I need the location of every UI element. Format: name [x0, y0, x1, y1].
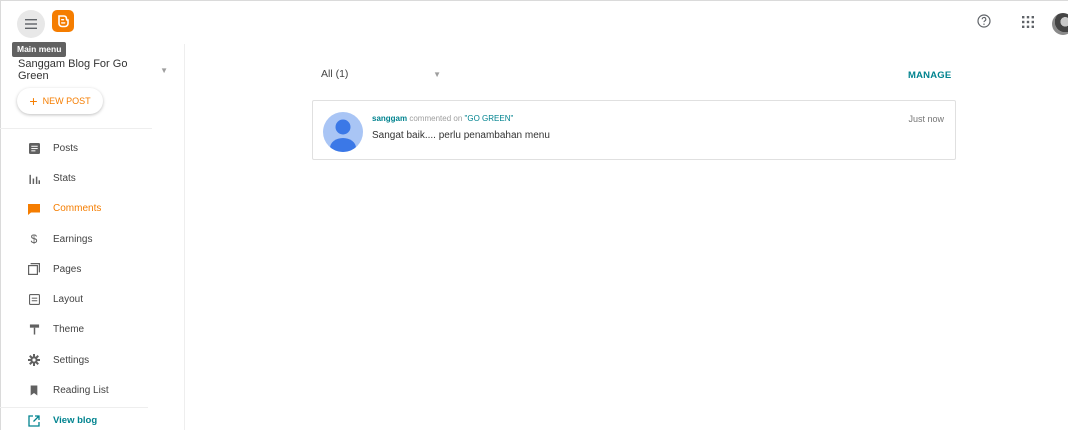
comment-action: commented on	[409, 114, 463, 123]
comment-filter-dropdown[interactable]: All (1) ▼	[321, 68, 441, 80]
sidebar-item-settings[interactable]: Settings	[0, 345, 185, 375]
sidebar-item-label: Layout	[53, 294, 84, 306]
bookmark-icon	[28, 385, 40, 397]
blogger-b-icon	[58, 15, 69, 28]
sidebar-item-label: Stats	[53, 172, 76, 184]
blogger-logo[interactable]	[52, 10, 74, 32]
blog-name: Sanggam Blog For Go Green	[18, 58, 128, 82]
comment-item[interactable]: sanggam commented on "GO GREEN" Sangat b…	[312, 100, 956, 160]
hamburger-menu-icon	[25, 19, 37, 29]
user-avatar[interactable]	[1052, 13, 1068, 35]
sidebar-item-stats[interactable]: Stats	[0, 163, 185, 193]
default-user-icon	[330, 119, 356, 152]
sidebar-item-label: Pages	[53, 263, 82, 275]
blog-selector[interactable]: Sanggam Blog For Go Green ▼	[18, 58, 168, 82]
dollar-icon: $	[30, 232, 38, 247]
sidebar-item-comments[interactable]: Comments	[0, 194, 185, 224]
main-menu-button[interactable]	[17, 10, 45, 38]
commenter-avatar	[323, 112, 363, 152]
sidebar-item-label: Settings	[53, 354, 90, 366]
sidebar-item-earnings[interactable]: $ Earnings	[0, 224, 185, 254]
sidebar-item-pages[interactable]: Pages	[0, 254, 185, 284]
apps-grid-icon[interactable]	[1022, 16, 1034, 28]
new-post-button[interactable]: + NEW POST	[17, 88, 103, 114]
sidebar-item-label: Comments	[53, 203, 102, 215]
comments-icon	[28, 203, 40, 215]
stats-icon	[28, 172, 40, 184]
help-icon[interactable]	[977, 14, 991, 28]
comment-text: Sangat baik.... perlu penambahan menu	[372, 130, 550, 141]
comment-time: Just now	[908, 114, 944, 124]
gear-icon	[28, 354, 40, 367]
manage-button[interactable]: MANAGE	[908, 70, 951, 81]
sidebar: Sanggam Blog For Go Green ▼ + NEW POST P…	[0, 44, 185, 430]
layout-icon	[28, 294, 40, 306]
sidebar-item-label: View blog	[53, 415, 98, 427]
plus-icon: +	[29, 93, 38, 109]
comment-author[interactable]: sanggam	[372, 114, 407, 123]
sidebar-item-theme[interactable]: Theme	[0, 315, 185, 345]
sidebar-divider	[0, 128, 152, 129]
sidebar-item-posts[interactable]: Posts	[0, 133, 185, 163]
paint-roller-icon	[28, 324, 40, 336]
filter-value: All (1)	[321, 68, 349, 80]
sidebar-item-label: Posts	[53, 142, 79, 154]
comment-post-title[interactable]: "GO GREEN"	[465, 114, 514, 123]
sidebar-item-label: Theme	[53, 324, 85, 336]
sidebar-item-layout[interactable]: Layout	[0, 284, 185, 314]
top-bar: Main menu	[0, 0, 1068, 57]
sidebar-item-reading-list[interactable]: Reading List	[0, 375, 185, 405]
dropdown-arrow-icon: ▼	[160, 65, 168, 75]
pages-icon	[28, 263, 40, 276]
dropdown-arrow-icon: ▼	[433, 69, 441, 79]
posts-icon	[28, 142, 40, 154]
sidebar-item-label: Earnings	[53, 233, 93, 245]
sidebar-nav: Posts Stats Comments $ Earnings Pages La…	[0, 133, 185, 430]
new-post-label: NEW POST	[42, 96, 91, 106]
sidebar-divider	[0, 407, 148, 408]
sidebar-item-view-blog[interactable]: View blog	[0, 406, 185, 430]
open-external-icon	[28, 415, 40, 427]
sidebar-item-label: Reading List	[53, 385, 109, 397]
comment-meta: sanggam commented on "GO GREEN"	[372, 114, 513, 123]
